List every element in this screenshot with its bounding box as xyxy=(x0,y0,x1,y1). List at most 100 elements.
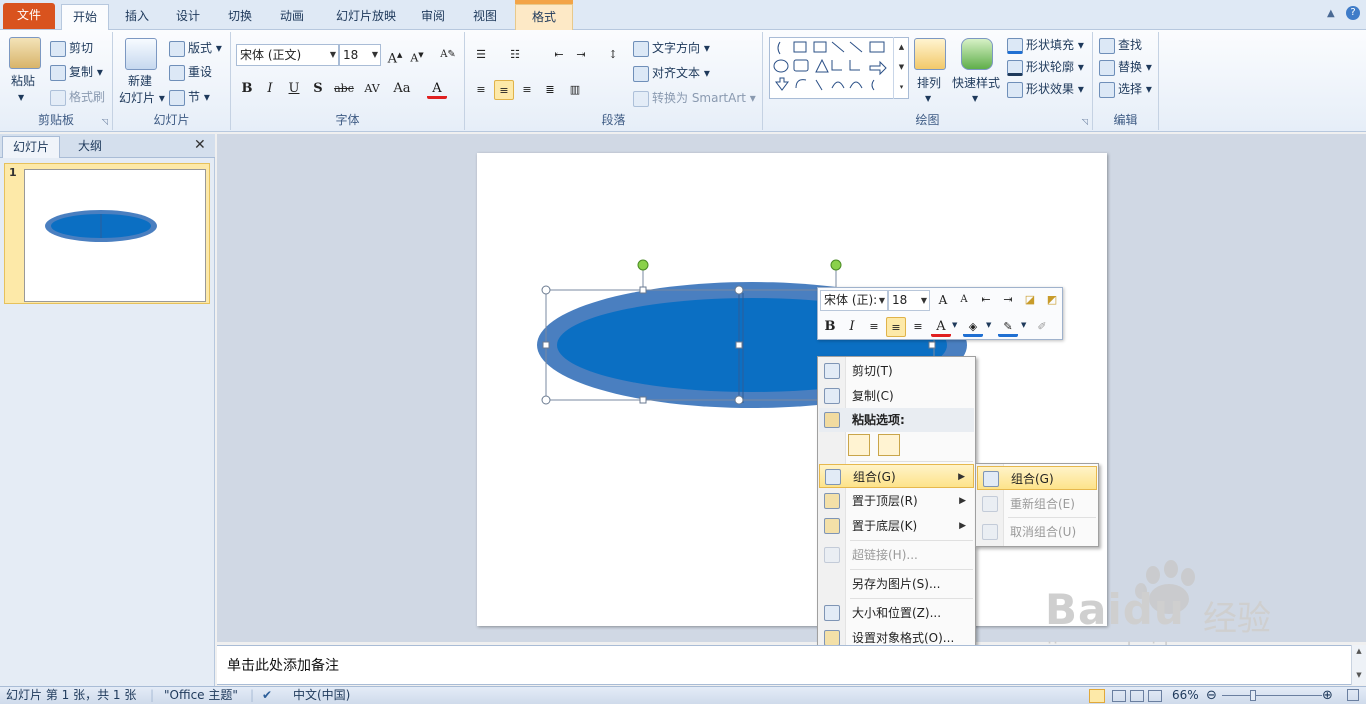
tab-outline[interactable]: 大纲 xyxy=(62,136,118,158)
minimize-ribbon-icon[interactable]: ▲ xyxy=(1327,8,1335,19)
zoom-slider[interactable] xyxy=(1222,695,1322,696)
notes-scrollbar[interactable]: ▲ ▼ xyxy=(1351,645,1366,685)
menu-item-copy[interactable]: 复制(C) xyxy=(819,384,974,408)
italic-icon[interactable]: I xyxy=(842,317,862,337)
zoom-slider-thumb[interactable] xyxy=(1250,690,1256,701)
fit-to-window-icon[interactable] xyxy=(1347,689,1359,701)
tab-review[interactable]: 审阅 xyxy=(411,4,455,30)
arrange-dropdown-icon[interactable]: ▼ xyxy=(925,90,931,108)
paste-icon[interactable] xyxy=(9,37,41,69)
menu-item-bring-front[interactable]: 置于顶层(R) ▶ xyxy=(819,489,974,513)
menu-item-group[interactable]: 组合(G) ▶ xyxy=(819,464,974,488)
paste-keep-format-icon[interactable] xyxy=(848,434,870,456)
font-color-button[interactable]: A xyxy=(427,79,447,99)
align-right-icon[interactable]: ≡ xyxy=(908,317,928,337)
paste-as-picture-icon[interactable] xyxy=(878,434,900,456)
font-color-icon[interactable]: A xyxy=(931,317,951,337)
tab-slideshow[interactable]: 幻灯片放映 xyxy=(326,4,406,30)
shape-fill-button[interactable]: 形状填充 ▾ xyxy=(1007,36,1084,54)
bullets-icon[interactable]: ☰ xyxy=(471,45,491,65)
mini-font-size[interactable]: 18 ▼ xyxy=(888,290,930,311)
spell-check-icon[interactable]: ✔ xyxy=(262,687,272,704)
gallery-scroll[interactable]: ▲ ▼ ▾ xyxy=(893,37,909,99)
cut-button[interactable]: 剪切 xyxy=(50,39,93,57)
chevron-down-icon[interactable]: ▼ xyxy=(372,45,378,65)
bring-forward-icon[interactable]: ◪ xyxy=(1020,290,1040,310)
underline-button[interactable]: U xyxy=(284,79,304,99)
close-icon[interactable]: ✕ xyxy=(194,137,206,153)
numbering-icon[interactable]: ☷ xyxy=(505,45,525,65)
shape-outline-button[interactable]: 形状轮廓 ▾ xyxy=(1007,58,1084,76)
new-slide-button[interactable]: 新建 xyxy=(128,72,152,90)
scroll-down-icon[interactable]: ▼ xyxy=(1352,671,1366,679)
tab-format[interactable]: 格式 xyxy=(515,4,573,30)
slide-sorter-icon[interactable] xyxy=(1112,690,1126,702)
grow-font-button[interactable]: A▲ xyxy=(385,45,405,66)
select-button[interactable]: 选择 ▾ xyxy=(1099,80,1152,98)
columns-icon[interactable]: ▥ xyxy=(565,80,585,100)
shrink-font-button[interactable]: A▼ xyxy=(407,45,427,65)
increase-indent-icon[interactable]: ⇥ xyxy=(998,290,1018,310)
mini-font-name[interactable]: 宋体 (正): ▼ xyxy=(820,290,888,311)
notes-pane[interactable]: 单击此处添加备注 xyxy=(217,645,1351,685)
tab-animations[interactable]: 动画 xyxy=(270,4,314,30)
zoom-out-icon[interactable]: ⊖ xyxy=(1206,687,1217,704)
section-button[interactable]: 节 ▾ xyxy=(169,88,210,106)
shapes-gallery[interactable] xyxy=(769,37,909,99)
scroll-up-icon[interactable]: ▲ xyxy=(1352,647,1366,655)
slideshow-view-icon[interactable] xyxy=(1148,690,1162,702)
bold-icon[interactable]: B xyxy=(820,317,840,337)
italic-button[interactable]: I xyxy=(260,79,280,99)
help-icon[interactable]: ? xyxy=(1346,6,1360,20)
find-button[interactable]: 查找 xyxy=(1099,36,1142,54)
strikethrough-button[interactable]: abc xyxy=(332,79,356,99)
submenu-item-group[interactable]: 组合(G) xyxy=(977,466,1097,490)
justify-icon[interactable]: ≣ xyxy=(540,80,560,100)
zoom-level[interactable]: 66% xyxy=(1172,687,1199,704)
char-spacing-button[interactable]: AV xyxy=(359,79,385,99)
slide-thumbnail[interactable] xyxy=(24,169,206,302)
align-left-icon[interactable]: ≡ xyxy=(471,80,491,100)
reset-button[interactable]: 重设 xyxy=(169,63,212,81)
menu-item-save-picture[interactable]: 另存为图片(S)... xyxy=(819,572,974,596)
font-size-combo[interactable]: 18 ▼ xyxy=(339,44,381,66)
tab-file[interactable]: 文件 xyxy=(3,3,55,29)
format-painter-icon[interactable]: ✐ xyxy=(1032,317,1052,337)
line-spacing-icon[interactable]: ↕ xyxy=(603,45,623,65)
format-painter-button[interactable]: 格式刷 xyxy=(50,88,105,106)
shape-effects-button[interactable]: 形状效果 ▾ xyxy=(1007,80,1084,98)
menu-item-size-position[interactable]: 大小和位置(Z)... xyxy=(819,601,974,625)
clear-format-icon[interactable]: A✎ xyxy=(438,45,458,65)
menu-item-cut[interactable]: 剪切(T) xyxy=(819,359,974,383)
font-name-combo[interactable]: 宋体 (正文) ▼ xyxy=(236,44,339,66)
pen-icon[interactable]: ✎ xyxy=(998,317,1018,337)
copy-button[interactable]: 复制 ▾ xyxy=(50,63,103,81)
slide-canvas[interactable] xyxy=(477,153,1107,626)
text-direction-button[interactable]: 文字方向 ▾ xyxy=(633,39,710,57)
align-center-icon[interactable]: ≡ xyxy=(494,80,514,100)
zoom-in-icon[interactable]: ⊕ xyxy=(1322,687,1333,704)
paint-bucket-icon[interactable]: ◈ xyxy=(963,317,983,337)
normal-view-icon[interactable] xyxy=(1089,689,1105,703)
grouped-shape[interactable] xyxy=(477,153,1107,626)
chevron-down-icon[interactable]: ▼ xyxy=(986,321,991,329)
theme-name[interactable]: "Office 主题" xyxy=(164,687,238,704)
dialog-launcher-icon[interactable]: ◹ xyxy=(1082,117,1088,126)
quick-styles-dropdown-icon[interactable]: ▼ xyxy=(972,90,978,108)
tab-transitions[interactable]: 切换 xyxy=(218,4,262,30)
align-left-icon[interactable]: ≡ xyxy=(864,317,884,337)
change-case-button[interactable]: Aa xyxy=(389,79,415,99)
chevron-down-icon[interactable]: ▼ xyxy=(921,291,927,310)
decrease-indent-icon[interactable]: ⇤ xyxy=(549,45,569,65)
menu-item-hyperlink[interactable]: 超链接(H)... xyxy=(819,543,974,567)
reading-view-icon[interactable] xyxy=(1130,690,1144,702)
language[interactable]: 中文(中国) xyxy=(293,687,350,704)
chevron-down-icon[interactable]: ▼ xyxy=(879,291,885,310)
bold-button[interactable]: B xyxy=(237,79,257,99)
send-backward-icon[interactable]: ◩ xyxy=(1042,290,1062,310)
align-center-icon[interactable]: ≡ xyxy=(886,317,906,337)
new-slide-icon[interactable] xyxy=(125,38,157,70)
align-text-button[interactable]: 对齐文本 ▾ xyxy=(633,64,710,82)
dialog-launcher-icon[interactable]: ◹ xyxy=(102,117,108,126)
tab-slides[interactable]: 幻灯片 xyxy=(2,136,60,158)
